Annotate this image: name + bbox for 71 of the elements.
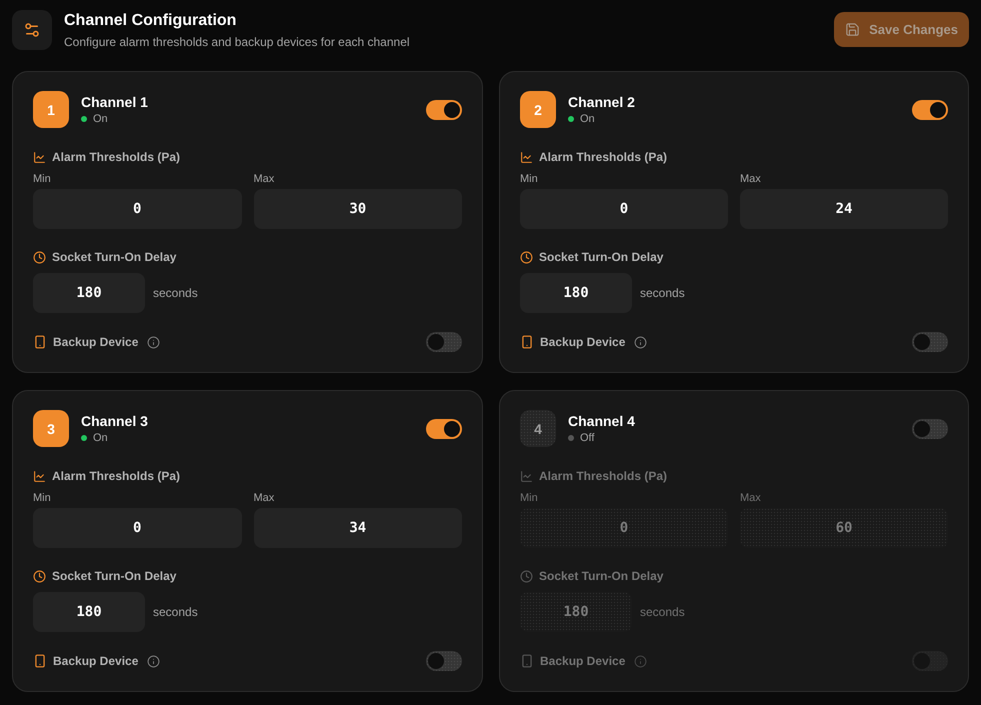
section-label: Alarm Thresholds (Pa)	[52, 150, 180, 164]
section-label: Backup Device	[540, 335, 626, 349]
clock-icon	[33, 250, 46, 264]
page-title: Channel Configuration	[64, 12, 238, 30]
section-label: Backup Device	[53, 335, 138, 349]
field-label: Max	[740, 491, 762, 505]
clock-icon	[520, 250, 533, 264]
clock-icon	[520, 570, 533, 582]
info-icon[interactable]	[147, 336, 160, 348]
channel-toggle[interactable]	[426, 418, 462, 438]
unit-label: seconds	[153, 286, 198, 300]
status-text: Off	[580, 432, 594, 444]
line-chart-icon	[33, 470, 46, 482]
backup-toggle[interactable]	[426, 332, 462, 352]
channel-number-badge: 4	[520, 410, 556, 447]
backup-toggle[interactable]	[426, 651, 462, 671]
field-label: Min	[520, 172, 539, 186]
field-label: Min	[33, 172, 52, 186]
smartphone-icon	[520, 335, 534, 349]
section-label: Backup Device	[53, 654, 138, 668]
field-label: Min	[33, 491, 52, 505]
channel-name: Channel 1	[81, 94, 148, 110]
unit-label: seconds	[640, 286, 685, 300]
section-label: Alarm Thresholds (Pa)	[539, 150, 668, 164]
section-label: Alarm Thresholds (Pa)	[52, 469, 180, 483]
section-label: Backup Device	[540, 654, 626, 668]
line-chart-icon	[520, 470, 533, 482]
min-input[interactable]: 0	[33, 189, 242, 229]
field-label: Max	[254, 491, 276, 505]
smartphone-icon	[33, 654, 47, 668]
smartphone-icon	[33, 335, 47, 349]
field-label: Min	[520, 491, 539, 505]
settings-icon	[12, 10, 52, 50]
delay-input[interactable]: 180	[33, 273, 145, 313]
section-label: Socket Turn-On Delay	[539, 569, 664, 583]
channel-toggle[interactable]	[912, 100, 948, 120]
delay-input[interactable]: 180	[520, 273, 632, 313]
channel-number-badge: 1	[33, 91, 69, 128]
channel-number-badge: 2	[520, 91, 556, 128]
line-chart-icon	[33, 150, 46, 164]
section-label: Alarm Thresholds (Pa)	[539, 469, 668, 483]
info-icon[interactable]	[634, 336, 648, 348]
max-input[interactable]: 34	[254, 508, 462, 548]
smartphone-icon	[520, 654, 534, 668]
section-label: Socket Turn-On Delay	[52, 250, 176, 264]
channel-name: Channel 4	[568, 412, 635, 428]
channel-toggle[interactable]	[912, 418, 948, 438]
channel-toggle[interactable]	[426, 100, 462, 120]
max-input[interactable]: 24	[740, 189, 948, 229]
channel-name: Channel 2	[568, 94, 635, 110]
info-icon[interactable]	[147, 654, 160, 668]
page-subtitle: Configure alarm thresholds and backup devices for each channel	[64, 35, 410, 49]
section-label: Socket Turn-On Delay	[539, 250, 664, 264]
save-icon	[845, 22, 860, 37]
field-label: Max	[740, 172, 762, 186]
unit-label: seconds	[640, 605, 685, 619]
channel-name: Channel 3	[81, 412, 148, 428]
delay-input[interactable]: 180	[33, 592, 145, 632]
min-input[interactable]: 0	[520, 189, 728, 229]
backup-toggle[interactable]	[912, 332, 948, 352]
status-text: On	[580, 112, 595, 126]
min-input[interactable]: 0	[33, 508, 242, 548]
max-input[interactable]: 30	[254, 189, 462, 229]
status-text: On	[93, 112, 108, 126]
clock-icon	[33, 570, 46, 582]
unit-label: seconds	[153, 605, 198, 619]
field-label: Max	[254, 172, 276, 186]
line-chart-icon	[520, 150, 533, 164]
status-text: On	[93, 432, 108, 444]
section-label: Socket Turn-On Delay	[52, 569, 176, 583]
channel-number-badge: 3	[33, 410, 69, 447]
